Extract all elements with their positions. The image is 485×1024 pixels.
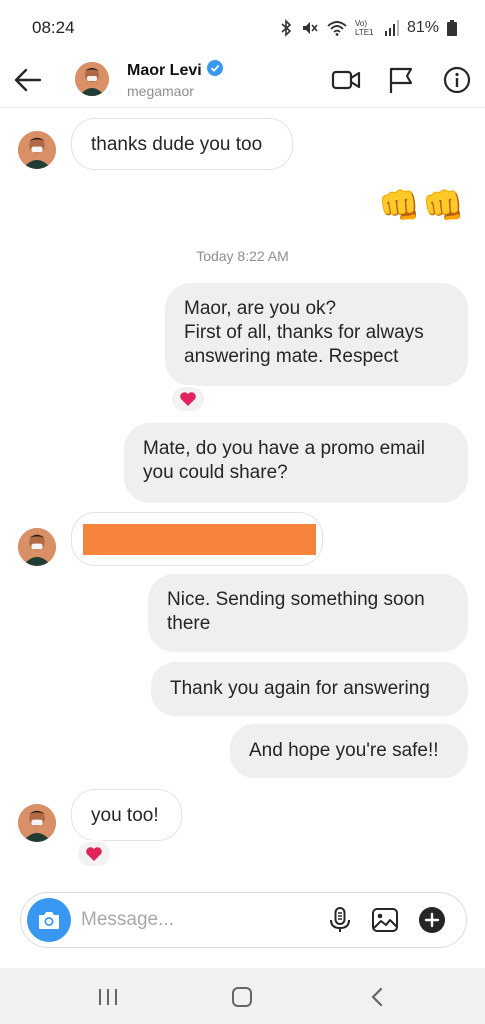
message-bubble[interactable]: you too!: [71, 789, 182, 841]
message-composer: [20, 892, 467, 948]
avatar[interactable]: [18, 804, 56, 842]
message-line: First of all, thanks for always: [184, 322, 424, 343]
heart-reaction[interactable]: [170, 385, 206, 413]
heart-reaction[interactable]: [76, 840, 112, 868]
message-emoji[interactable]: 👊👊: [378, 184, 467, 228]
message-line: there: [167, 613, 211, 634]
verified-badge-icon: [206, 60, 223, 81]
message-line: Nice. Sending something soon: [167, 589, 425, 610]
camera-button[interactable]: [27, 898, 71, 942]
message-bubble[interactable]: And hope you're safe!!: [230, 724, 468, 778]
network-label: Vo) LTE1: [354, 19, 374, 37]
contact-name[interactable]: Maor Levi: [127, 60, 223, 81]
message-bubble[interactable]: Mate, do you have a promo email you coul…: [124, 423, 468, 503]
gallery-icon[interactable]: [371, 906, 399, 934]
battery-label: 81%: [406, 19, 439, 36]
message-line: answering mate. Respect: [184, 346, 399, 367]
contact-username[interactable]: megamaor: [127, 83, 194, 99]
message-text: Thank you again for answering: [170, 678, 430, 699]
back-icon[interactable]: [363, 982, 393, 1012]
back-arrow-icon[interactable]: [12, 64, 44, 96]
message-bubble[interactable]: thanks dude you too: [71, 118, 293, 170]
microphone-icon[interactable]: [326, 906, 354, 934]
add-icon[interactable]: [418, 906, 446, 934]
avatar[interactable]: [75, 62, 109, 96]
avatar[interactable]: [18, 528, 56, 566]
wifi-icon: [327, 20, 347, 36]
mute-icon: [301, 19, 319, 37]
message-line: you could share?: [143, 462, 288, 483]
message-line: Mate, do you have a promo email: [143, 438, 425, 459]
bluetooth-icon: [279, 19, 293, 37]
chat-header: Maor Levi megamaor: [0, 52, 485, 108]
camera-icon: [39, 912, 59, 929]
message-input[interactable]: [81, 907, 301, 933]
video-call-icon[interactable]: [331, 65, 361, 95]
status-icons: Vo) LTE1 81%: [279, 19, 457, 37]
redacted-block: [83, 524, 316, 555]
message-bubble[interactable]: Thank you again for answering: [151, 662, 468, 716]
message-bubble[interactable]: [71, 512, 323, 566]
avatar[interactable]: [18, 131, 56, 169]
timestamp: Today 8:22 AM: [196, 248, 289, 264]
message-text: And hope you're safe!!: [249, 740, 439, 761]
contact-name-label: Maor Levi: [127, 61, 202, 79]
status-time: 08:24: [32, 18, 75, 37]
message-bubble[interactable]: Maor, are you ok? First of all, thanks f…: [165, 283, 468, 386]
message-text: you too!: [91, 805, 159, 826]
message-text: thanks dude you too: [91, 134, 263, 155]
system-nav-bar: [0, 968, 485, 1024]
status-bar: 08:24 Vo) LTE1 81%: [0, 0, 485, 56]
heart-icon: [180, 392, 196, 406]
message-line: Maor, are you ok?: [184, 298, 337, 319]
recent-apps-icon[interactable]: [93, 982, 123, 1012]
home-icon[interactable]: [227, 982, 257, 1012]
signal-icon: [384, 20, 399, 36]
message-bubble[interactable]: Nice. Sending something soon there: [148, 574, 468, 652]
info-icon[interactable]: [442, 65, 472, 95]
battery-icon: [447, 20, 457, 36]
heart-icon: [86, 847, 102, 861]
flag-icon[interactable]: [387, 65, 417, 95]
